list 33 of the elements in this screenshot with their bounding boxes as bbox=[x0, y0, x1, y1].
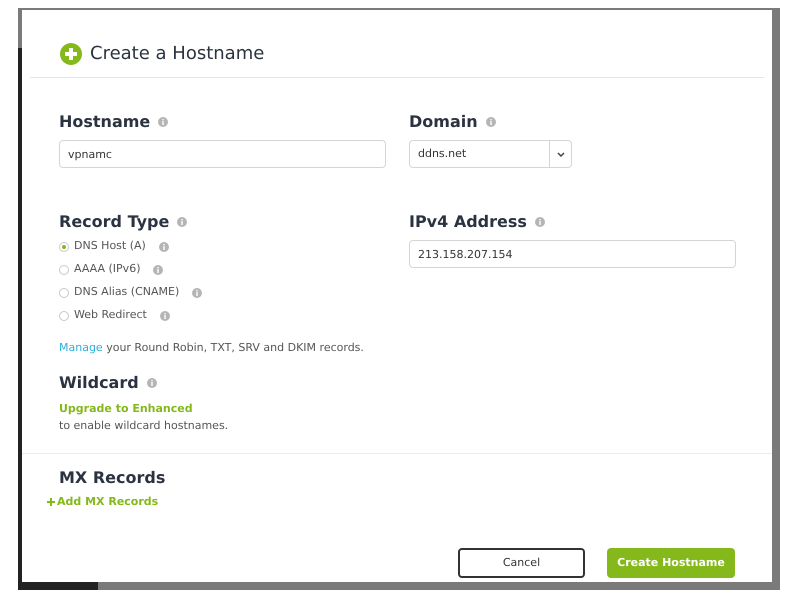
info-icon bbox=[177, 217, 188, 227]
chevron-down-icon bbox=[556, 152, 564, 156]
wildcard-label: Wildcard bbox=[59, 372, 139, 394]
info-icon bbox=[158, 242, 169, 252]
hostname-label: Hostname bbox=[59, 111, 150, 133]
plus-icon bbox=[47, 498, 55, 506]
info-icon bbox=[146, 378, 157, 388]
record-type-label: Record Type bbox=[59, 211, 170, 233]
radio-button[interactable] bbox=[59, 288, 69, 298]
ipv4-label: IPv4 Address bbox=[409, 211, 527, 233]
radio-label: Web Redirect bbox=[74, 307, 147, 324]
mx-records-label: MX Records bbox=[59, 466, 166, 488]
info-icon bbox=[160, 310, 170, 320]
wildcard-note: to enable wildcard hostnames. bbox=[59, 418, 230, 434]
radio-label: AAAA (IPv6) bbox=[74, 261, 140, 278]
info-icon bbox=[158, 117, 168, 127]
radio-label: DNS Host (A) bbox=[74, 238, 146, 254]
radio-label: DNS Alias (CNAME) bbox=[74, 284, 180, 300]
plus-circle-icon bbox=[60, 42, 82, 64]
domain-label: Domain bbox=[409, 111, 478, 133]
radio-button[interactable] bbox=[59, 310, 69, 320]
info-icon bbox=[534, 217, 545, 227]
manage-records-note: Manage your Round Robin, TXT, SRV and DKIM records. bbox=[59, 340, 365, 356]
info-icon bbox=[192, 288, 202, 298]
dialog-title: Create a Hostname bbox=[90, 42, 264, 66]
info-icon bbox=[486, 117, 496, 127]
radio-button[interactable] bbox=[59, 264, 69, 274]
radio-button[interactable] bbox=[59, 242, 69, 252]
info-icon bbox=[153, 264, 164, 274]
domain-select[interactable]: ddns.net bbox=[409, 140, 572, 168]
cancel-button[interactable]: Cancel bbox=[458, 548, 585, 578]
hostname-input[interactable]: vpnamc bbox=[59, 140, 386, 168]
ipv4-input[interactable]: 213.158.207.154 bbox=[409, 240, 736, 268]
